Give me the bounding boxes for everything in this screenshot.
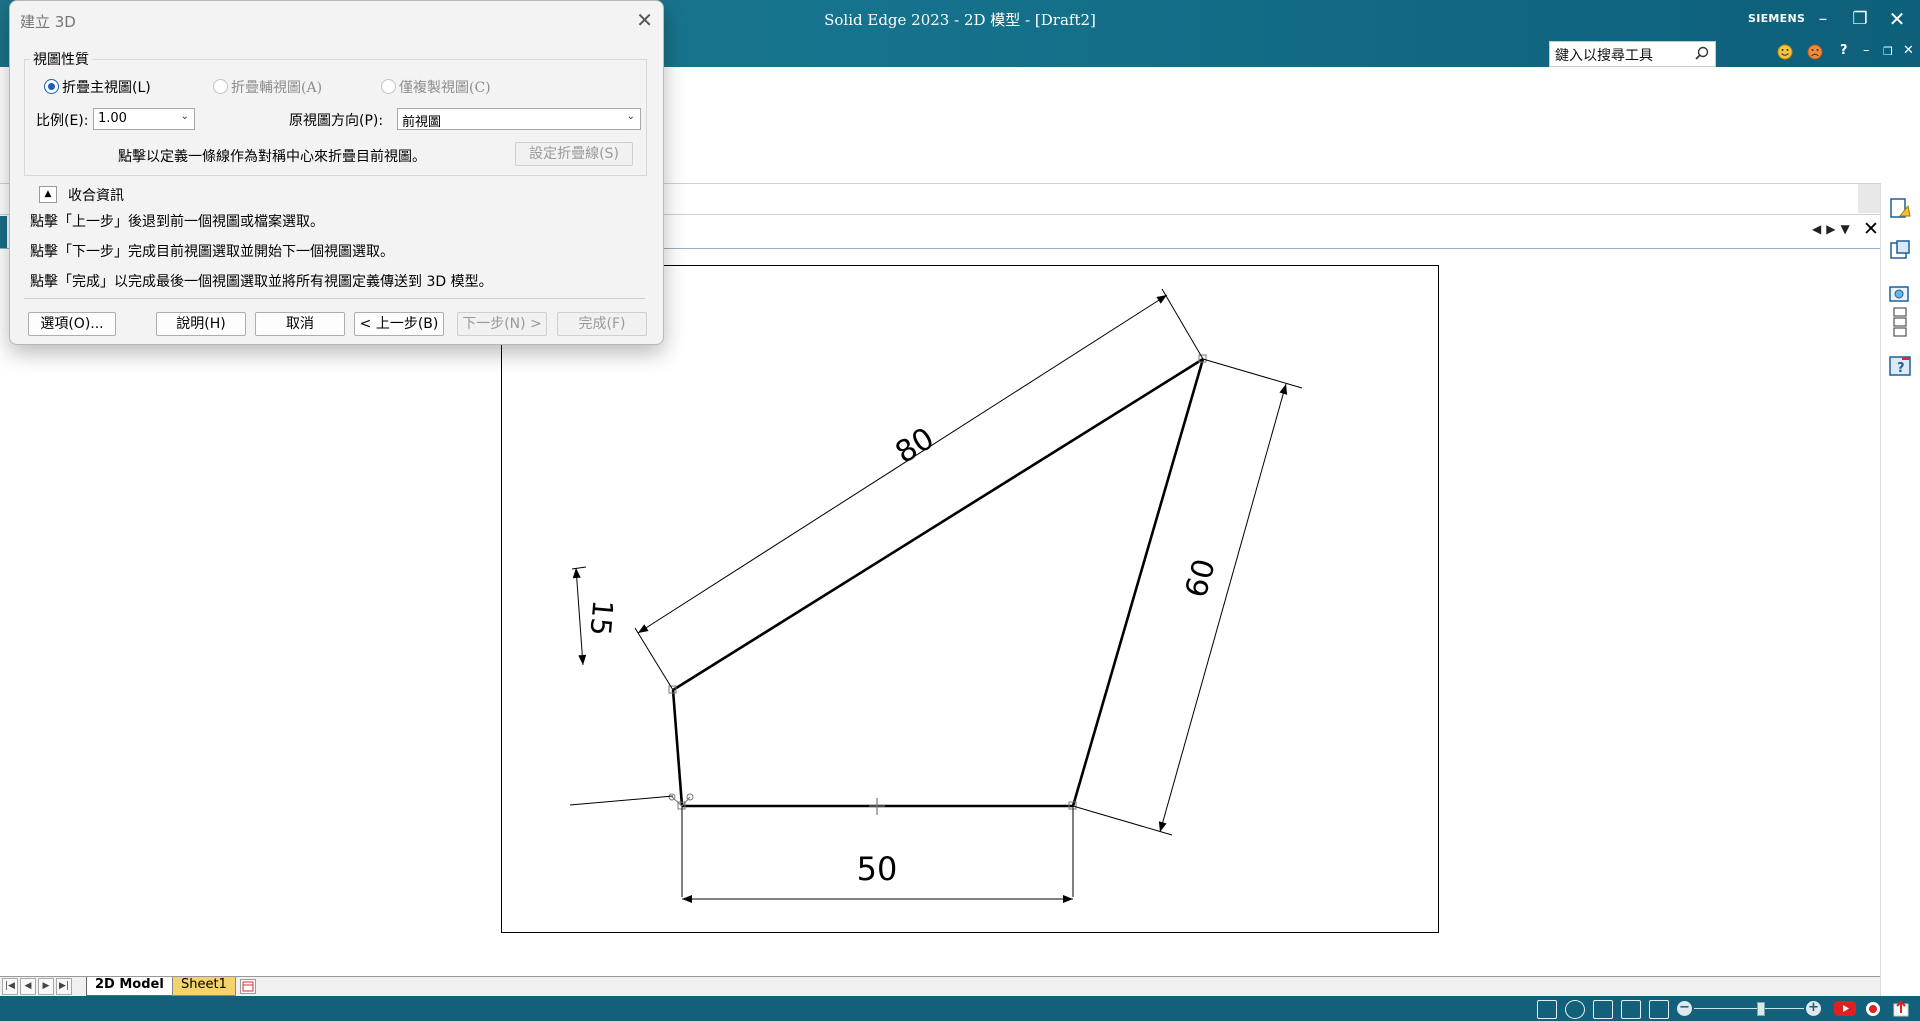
search-icon [1695,46,1709,60]
create-3d-dialog: 建立 3D ✕ 視圖性質 折疊主視圖(L) 折疊輔視圖(A) 僅複製視圖(C) … [9,0,664,345]
frown-feedback-icon[interactable] [1807,44,1823,60]
smile-feedback-icon[interactable] [1777,44,1793,60]
orientation-combo[interactable]: 前視圖 ⌄ [397,108,641,130]
scale-combo[interactable]: 1.00 ⌄ [93,108,195,130]
view-properties-label: 視圖性質 [30,49,92,69]
next-button[interactable]: 下一步(N) > [457,312,547,336]
cancel-button[interactable]: 取消 [255,312,345,336]
tab-scroll-controls[interactable]: ◀▶▼ [1812,222,1855,236]
dialog-separator [24,298,645,299]
zoom-slider-thumb[interactable] [1757,1002,1765,1016]
zoom-area-icon[interactable] [1537,1000,1557,1019]
options-button[interactable]: 選項(O)... [28,312,116,336]
fold-auxiliary-radio[interactable] [213,79,228,94]
first-sheet-button[interactable]: |◀ [2,978,18,995]
command-bar-scrollbar[interactable] [1858,184,1880,213]
chevron-down-icon: ⌄ [180,111,189,122]
close-tab-icon[interactable]: ✕ [1863,218,1879,240]
fold-primary-radio[interactable] [44,79,59,94]
record-icon[interactable] [1865,1001,1881,1017]
orientation-value: 前視圖 [402,115,442,130]
sheet-border [501,265,1439,933]
doc-minimize-button[interactable]: – [1863,43,1870,58]
collapse-toggle[interactable]: ▲ [39,186,57,203]
orientation-label: 原視圖方向(P): [289,113,384,129]
doc-close-button[interactable]: ✕ [1903,43,1914,58]
restore-button[interactable]: ❐ [1846,6,1874,32]
help-book-icon[interactable]: ? [1888,354,1912,378]
fit-sheet-icon[interactable] [1649,1000,1669,1019]
scale-value: 1.00 [98,111,127,126]
info-line-back: 點擊「上一步」後退到前一個視圖或檔案選取。 [30,214,324,230]
sheet-tab-sheet1[interactable]: Sheet1 [172,977,236,996]
sheet-tab-bar [0,976,1880,997]
search-input[interactable]: 鍵入以搜尋工具 [1549,41,1716,67]
finish-button[interactable]: 完成(F) [557,312,647,336]
dialog-close-icon[interactable]: ✕ [636,8,653,32]
zoom-icon[interactable] [1565,1000,1585,1019]
library-icon[interactable] [1888,282,1912,306]
collapse-info-label: 收合資訊 [68,188,124,204]
zoom-slider[interactable] [1694,1008,1804,1009]
sheet-properties-icon[interactable] [1888,196,1912,220]
doc-restore-button[interactable]: ❐ [1883,45,1893,58]
info-line-next: 點擊「下一步」完成目前視圖選取並開始下一個視圖選取。 [30,244,394,260]
info-line-finish: 點擊「完成」以完成最後一個視圖選取並將所有視圖定義傳送到 3D 模型。 [30,274,493,290]
zoom-in-icon[interactable]: + [1806,1001,1821,1016]
fold-instruction: 點擊以定義一條線作為對稱中心來折疊目前視圖。 [118,149,426,165]
chevron-down-icon: ⌄ [626,111,635,122]
pan-icon[interactable] [1593,1000,1613,1019]
dimension-50-label: 50 [857,850,898,888]
search-placeholder: 鍵入以搜尋工具 [1555,48,1653,64]
active-tab-marker [0,216,7,248]
dimension-15-label: 15 [583,599,619,637]
add-sheet-icon[interactable] [240,979,256,994]
zoom-out-icon[interactable]: − [1677,1001,1692,1016]
scale-label: 比例(E): [36,113,89,129]
share-icon[interactable] [1893,1000,1909,1017]
layers-icon[interactable] [1888,306,1912,338]
fold-auxiliary-label[interactable]: 折疊輔視圖(A) [231,77,322,97]
fit-view-icon[interactable] [1621,1000,1641,1019]
copy-view-radio[interactable] [381,79,396,94]
fold-primary-label[interactable]: 折疊主視圖(L) [62,77,151,97]
help-icon[interactable]: ? [1840,43,1848,58]
last-sheet-button[interactable]: ▶| [56,978,72,995]
drawing-svg[interactable]: 80 60 15 50 [0,249,1880,976]
close-button[interactable]: ✕ [1883,6,1911,32]
siemens-logo: SIEMENS [1748,12,1806,25]
set-fold-line-button[interactable]: 設定折疊線(S) [515,142,633,166]
back-button[interactable]: < 上一步(B) [354,312,444,336]
youtube-icon[interactable] [1834,1001,1856,1016]
sheet-tab-2d-model[interactable]: 2D Model [86,977,173,996]
select-tool-icon[interactable] [1888,238,1912,262]
next-sheet-button[interactable]: ▶ [38,978,54,995]
dialog-title: 建立 3D [20,13,76,31]
minimize-button[interactable]: – [1809,6,1837,32]
drawing-canvas[interactable]: 80 60 15 50 [0,249,1880,976]
help-button[interactable]: 說明(H) [156,312,246,336]
prev-sheet-button[interactable]: ◀ [20,978,36,995]
copy-view-label[interactable]: 僅複製視圖(C) [399,77,491,97]
svg-text:?: ? [1897,361,1905,376]
